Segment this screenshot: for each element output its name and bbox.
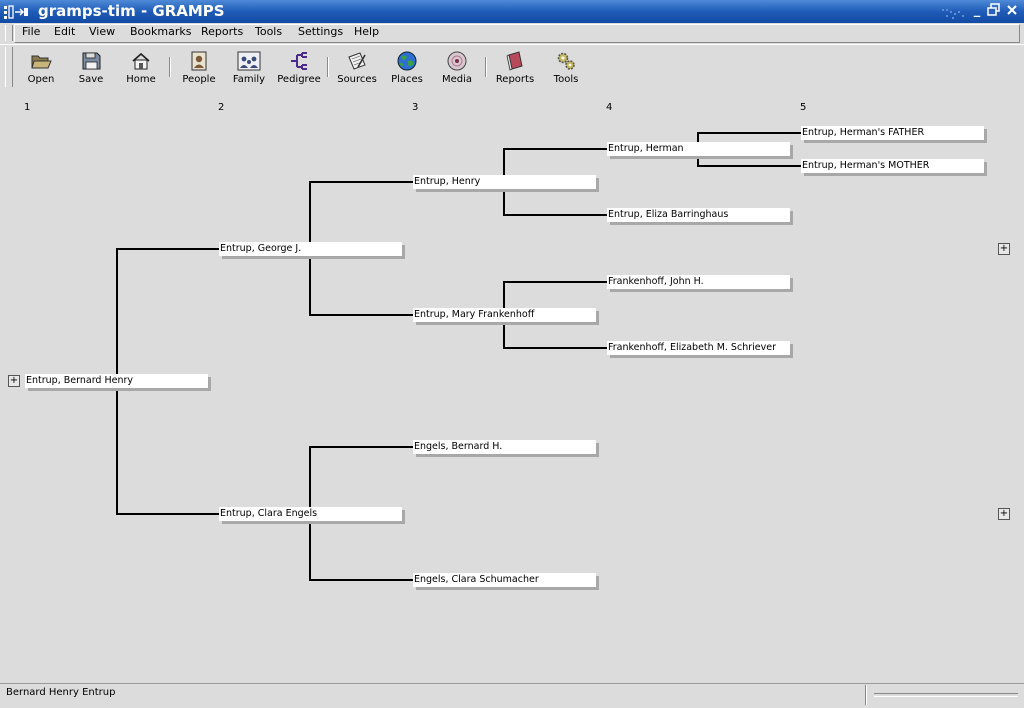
people-button[interactable]: People [174, 47, 224, 89]
tools-label: Tools [553, 74, 579, 85]
home-icon [132, 52, 150, 70]
person-box[interactable]: Entrup, Herman's MOTHER [801, 159, 984, 173]
family-label: Family [232, 74, 266, 85]
generation-number: 3 [412, 102, 419, 113]
minimize-button[interactable]: _ [969, 3, 985, 19]
menu-view[interactable]: View [89, 25, 115, 38]
globe-icon [397, 51, 417, 71]
family-button[interactable]: Family [224, 47, 274, 89]
progress-bar [874, 693, 1018, 697]
floppy-disk-icon [82, 52, 101, 70]
person-box-active[interactable]: Entrup, Bernard Henry [25, 374, 208, 388]
menu-reports[interactable]: Reports [201, 25, 243, 38]
generation-number: 1 [24, 102, 31, 113]
menubar-grip[interactable] [5, 25, 13, 41]
menu-tools[interactable]: Tools [255, 25, 282, 38]
toolbar-grip[interactable] [5, 47, 13, 87]
open-label: Open [27, 74, 55, 85]
pedigree-chart: 1 2 3 4 5 Entrup, Bernard Henry Entrup, … [0, 91, 1024, 683]
app-menu-icon[interactable] [4, 4, 30, 19]
person-box[interactable]: Entrup, Clara Engels [219, 507, 402, 521]
pedigree-button[interactable]: Pedigree [274, 47, 324, 89]
person-box[interactable]: Engels, Clara Schumacher [413, 573, 596, 587]
title-bar[interactable]: gramps-tim - GRAMPS _ [0, 0, 1024, 23]
menu-file[interactable]: File [22, 25, 40, 38]
family-icon [237, 51, 261, 71]
menu-bar: File Edit View Bookmarks Reports Tools S… [0, 23, 1024, 43]
gears-icon [557, 52, 575, 70]
pedigree-icon [291, 52, 307, 70]
person-box[interactable]: Entrup, Herman's FATHER [801, 126, 984, 140]
sources-icon [348, 52, 366, 70]
book-icon [506, 51, 523, 71]
reports-button[interactable]: Reports [490, 47, 540, 89]
menu-bookmarks[interactable]: Bookmarks [130, 25, 191, 38]
open-button[interactable]: Open [16, 47, 66, 89]
media-button[interactable]: Media [432, 47, 482, 89]
generation-number: 4 [606, 102, 613, 113]
sources-button[interactable]: Sources [332, 47, 382, 89]
person-box[interactable]: Frankenhoff, John H. [607, 275, 790, 289]
generation-number: 5 [800, 102, 807, 113]
person-box[interactable]: Entrup, Henry [413, 175, 596, 189]
status-text: Bernard Henry Entrup [6, 687, 116, 698]
toolbar-separator [327, 57, 329, 77]
home-label: Home [126, 74, 156, 85]
home-button[interactable]: Home [116, 47, 166, 89]
person-box[interactable]: Entrup, George J. [219, 242, 402, 256]
pedigree-label: Pedigree [277, 74, 321, 85]
expand-ancestors-icon[interactable]: + [998, 243, 1010, 255]
toolbar-separator [169, 57, 171, 77]
menu-settings[interactable]: Settings [298, 25, 343, 38]
status-bar: Bernard Henry Entrup [0, 683, 1024, 708]
generation-number: 2 [218, 102, 225, 113]
person-icon [191, 51, 207, 71]
expand-children-icon[interactable]: + [8, 375, 20, 387]
media-label: Media [441, 74, 473, 85]
person-box[interactable]: Entrup, Herman [607, 142, 790, 156]
tools-button[interactable]: Tools [541, 47, 591, 89]
save-label: Save [78, 74, 104, 85]
reports-label: Reports [495, 74, 535, 85]
media-disc-icon [447, 51, 467, 71]
places-button[interactable]: Places [382, 47, 432, 89]
person-box[interactable]: Entrup, Eliza Barringhaus [607, 208, 790, 222]
menu-help[interactable]: Help [354, 25, 379, 38]
maximize-button[interactable] [986, 3, 1002, 19]
app-window: gramps-tim - GRAMPS _ File Edit View Boo… [0, 0, 1024, 708]
menu-edit[interactable]: Edit [54, 25, 75, 38]
expand-ancestors-icon[interactable]: + [998, 508, 1010, 520]
toolbar-separator [485, 57, 487, 77]
title-decoration [940, 5, 970, 19]
person-box[interactable]: Engels, Bernard H. [413, 440, 596, 454]
folder-open-icon [31, 55, 52, 69]
save-button[interactable]: Save [66, 47, 116, 89]
window-title: gramps-tim - GRAMPS [38, 2, 225, 20]
toolbar: Open Save Home People Family Pedigree So… [0, 44, 1024, 92]
status-separator [865, 685, 867, 705]
sources-label: Sources [337, 74, 377, 85]
places-label: Places [391, 74, 423, 85]
person-box[interactable]: Frankenhoff, Elizabeth M. Schriever [607, 341, 790, 355]
person-box[interactable]: Entrup, Mary Frankenhoff [413, 308, 596, 322]
people-label: People [182, 74, 216, 85]
close-button[interactable] [1004, 3, 1020, 19]
